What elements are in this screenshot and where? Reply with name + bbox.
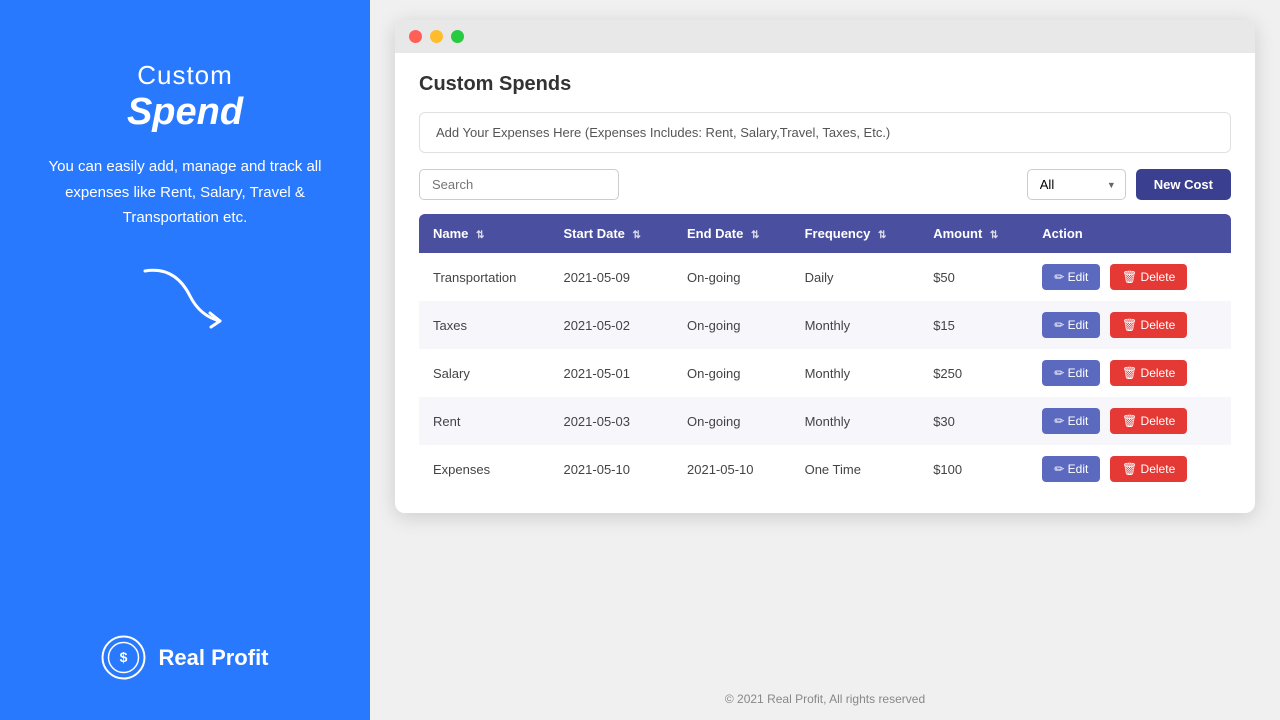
- filter-select[interactable]: All Daily Monthly One Time: [1027, 169, 1126, 200]
- left-title-custom: Custom: [137, 60, 233, 91]
- table-header-row: Name ⇅ Start Date ⇅ End Date ⇅ Frequency…: [419, 214, 1231, 253]
- window-body: Custom Spends Add Your Expenses Here (Ex…: [395, 53, 1255, 513]
- col-end-date: End Date ⇅: [673, 214, 791, 253]
- cell-start-date: 2021-05-09: [549, 253, 673, 301]
- edit-button[interactable]: ✏ Edit: [1042, 408, 1100, 434]
- cell-start-date: 2021-05-10: [549, 445, 673, 493]
- footer: © 2021 Real Profit, All rights reserved: [725, 692, 925, 706]
- window-titlebar: [395, 20, 1255, 53]
- sort-freq-icon[interactable]: ⇅: [878, 230, 886, 241]
- window-maximize-dot[interactable]: [451, 30, 464, 43]
- cell-start-date: 2021-05-02: [549, 301, 673, 349]
- toolbar: All Daily Monthly One Time New Cost: [419, 169, 1231, 200]
- col-action: Action: [1028, 214, 1231, 253]
- left-content: Custom Spend You can easily add, manage …: [30, 60, 340, 331]
- brand-container: $ Real Profit: [101, 635, 268, 680]
- app-window: Custom Spends Add Your Expenses Here (Ex…: [395, 20, 1255, 513]
- table-row: Rent 2021-05-03 On-going Monthly $30 ✏ E…: [419, 397, 1231, 445]
- left-description: You can easily add, manage and track all…: [30, 154, 340, 231]
- svg-text:$: $: [120, 649, 128, 665]
- delete-button[interactable]: 🗑 Delete: [1110, 312, 1187, 338]
- col-start-date: Start Date ⇅: [549, 214, 673, 253]
- delete-button[interactable]: 🗑 Delete: [1110, 456, 1187, 482]
- cell-amount: $250: [919, 349, 1028, 397]
- cell-frequency: Monthly: [791, 397, 920, 445]
- cell-amount: $30: [919, 397, 1028, 445]
- cell-amount: $15: [919, 301, 1028, 349]
- cell-amount: $50: [919, 253, 1028, 301]
- page-title: Custom Spends: [419, 73, 1231, 96]
- cell-end-date: 2021-05-10: [673, 445, 791, 493]
- search-input[interactable]: [419, 169, 619, 200]
- arrow-icon: [135, 261, 235, 331]
- table-row: Transportation 2021-05-09 On-going Daily…: [419, 253, 1231, 301]
- cell-name: Rent: [419, 397, 549, 445]
- cell-name: Expenses: [419, 445, 549, 493]
- left-title-spend: Spend: [127, 91, 243, 134]
- table-row: Expenses 2021-05-10 2021-05-10 One Time …: [419, 445, 1231, 493]
- cell-frequency: Monthly: [791, 349, 920, 397]
- sort-name-icon[interactable]: ⇅: [476, 230, 484, 241]
- toolbar-right: All Daily Monthly One Time New Cost: [1027, 169, 1231, 200]
- cell-end-date: On-going: [673, 349, 791, 397]
- cell-start-date: 2021-05-01: [549, 349, 673, 397]
- cell-action: ✏ Edit 🗑 Delete: [1028, 301, 1231, 349]
- brand-name: Real Profit: [158, 645, 268, 671]
- cell-action: ✏ Edit 🗑 Delete: [1028, 349, 1231, 397]
- edit-button[interactable]: ✏ Edit: [1042, 360, 1100, 386]
- window-minimize-dot[interactable]: [430, 30, 443, 43]
- cell-start-date: 2021-05-03: [549, 397, 673, 445]
- cell-frequency: One Time: [791, 445, 920, 493]
- edit-button[interactable]: ✏ Edit: [1042, 312, 1100, 338]
- window-close-dot[interactable]: [409, 30, 422, 43]
- edit-button[interactable]: ✏ Edit: [1042, 264, 1100, 290]
- arrow-container: [135, 261, 235, 331]
- cell-frequency: Monthly: [791, 301, 920, 349]
- delete-button[interactable]: 🗑 Delete: [1110, 360, 1187, 386]
- col-frequency: Frequency ⇅: [791, 214, 920, 253]
- sort-amount-icon[interactable]: ⇅: [990, 230, 998, 241]
- cell-end-date: On-going: [673, 301, 791, 349]
- cell-end-date: On-going: [673, 253, 791, 301]
- filter-wrapper: All Daily Monthly One Time: [1027, 169, 1126, 200]
- info-banner: Add Your Expenses Here (Expenses Include…: [419, 112, 1231, 153]
- cell-name: Salary: [419, 349, 549, 397]
- cell-amount: $100: [919, 445, 1028, 493]
- edit-button[interactable]: ✏ Edit: [1042, 456, 1100, 482]
- table-row: Salary 2021-05-01 On-going Monthly $250 …: [419, 349, 1231, 397]
- cell-action: ✏ Edit 🗑 Delete: [1028, 397, 1231, 445]
- cell-name: Transportation: [419, 253, 549, 301]
- col-amount: Amount ⇅: [919, 214, 1028, 253]
- cell-action: ✏ Edit 🗑 Delete: [1028, 253, 1231, 301]
- delete-button[interactable]: 🗑 Delete: [1110, 264, 1187, 290]
- table-row: Taxes 2021-05-02 On-going Monthly $15 ✏ …: [419, 301, 1231, 349]
- col-name: Name ⇅: [419, 214, 549, 253]
- cell-end-date: On-going: [673, 397, 791, 445]
- cell-action: ✏ Edit 🗑 Delete: [1028, 445, 1231, 493]
- expenses-table: Name ⇅ Start Date ⇅ End Date ⇅ Frequency…: [419, 214, 1231, 493]
- sort-end-icon[interactable]: ⇅: [751, 230, 759, 241]
- left-panel: Custom Spend You can easily add, manage …: [0, 0, 370, 720]
- sort-start-icon[interactable]: ⇅: [633, 230, 641, 241]
- delete-button[interactable]: 🗑 Delete: [1110, 408, 1187, 434]
- cell-frequency: Daily: [791, 253, 920, 301]
- right-panel: Custom Spends Add Your Expenses Here (Ex…: [370, 0, 1280, 720]
- new-cost-button[interactable]: New Cost: [1136, 169, 1231, 200]
- brand-logo-icon: $: [101, 635, 146, 680]
- cell-name: Taxes: [419, 301, 549, 349]
